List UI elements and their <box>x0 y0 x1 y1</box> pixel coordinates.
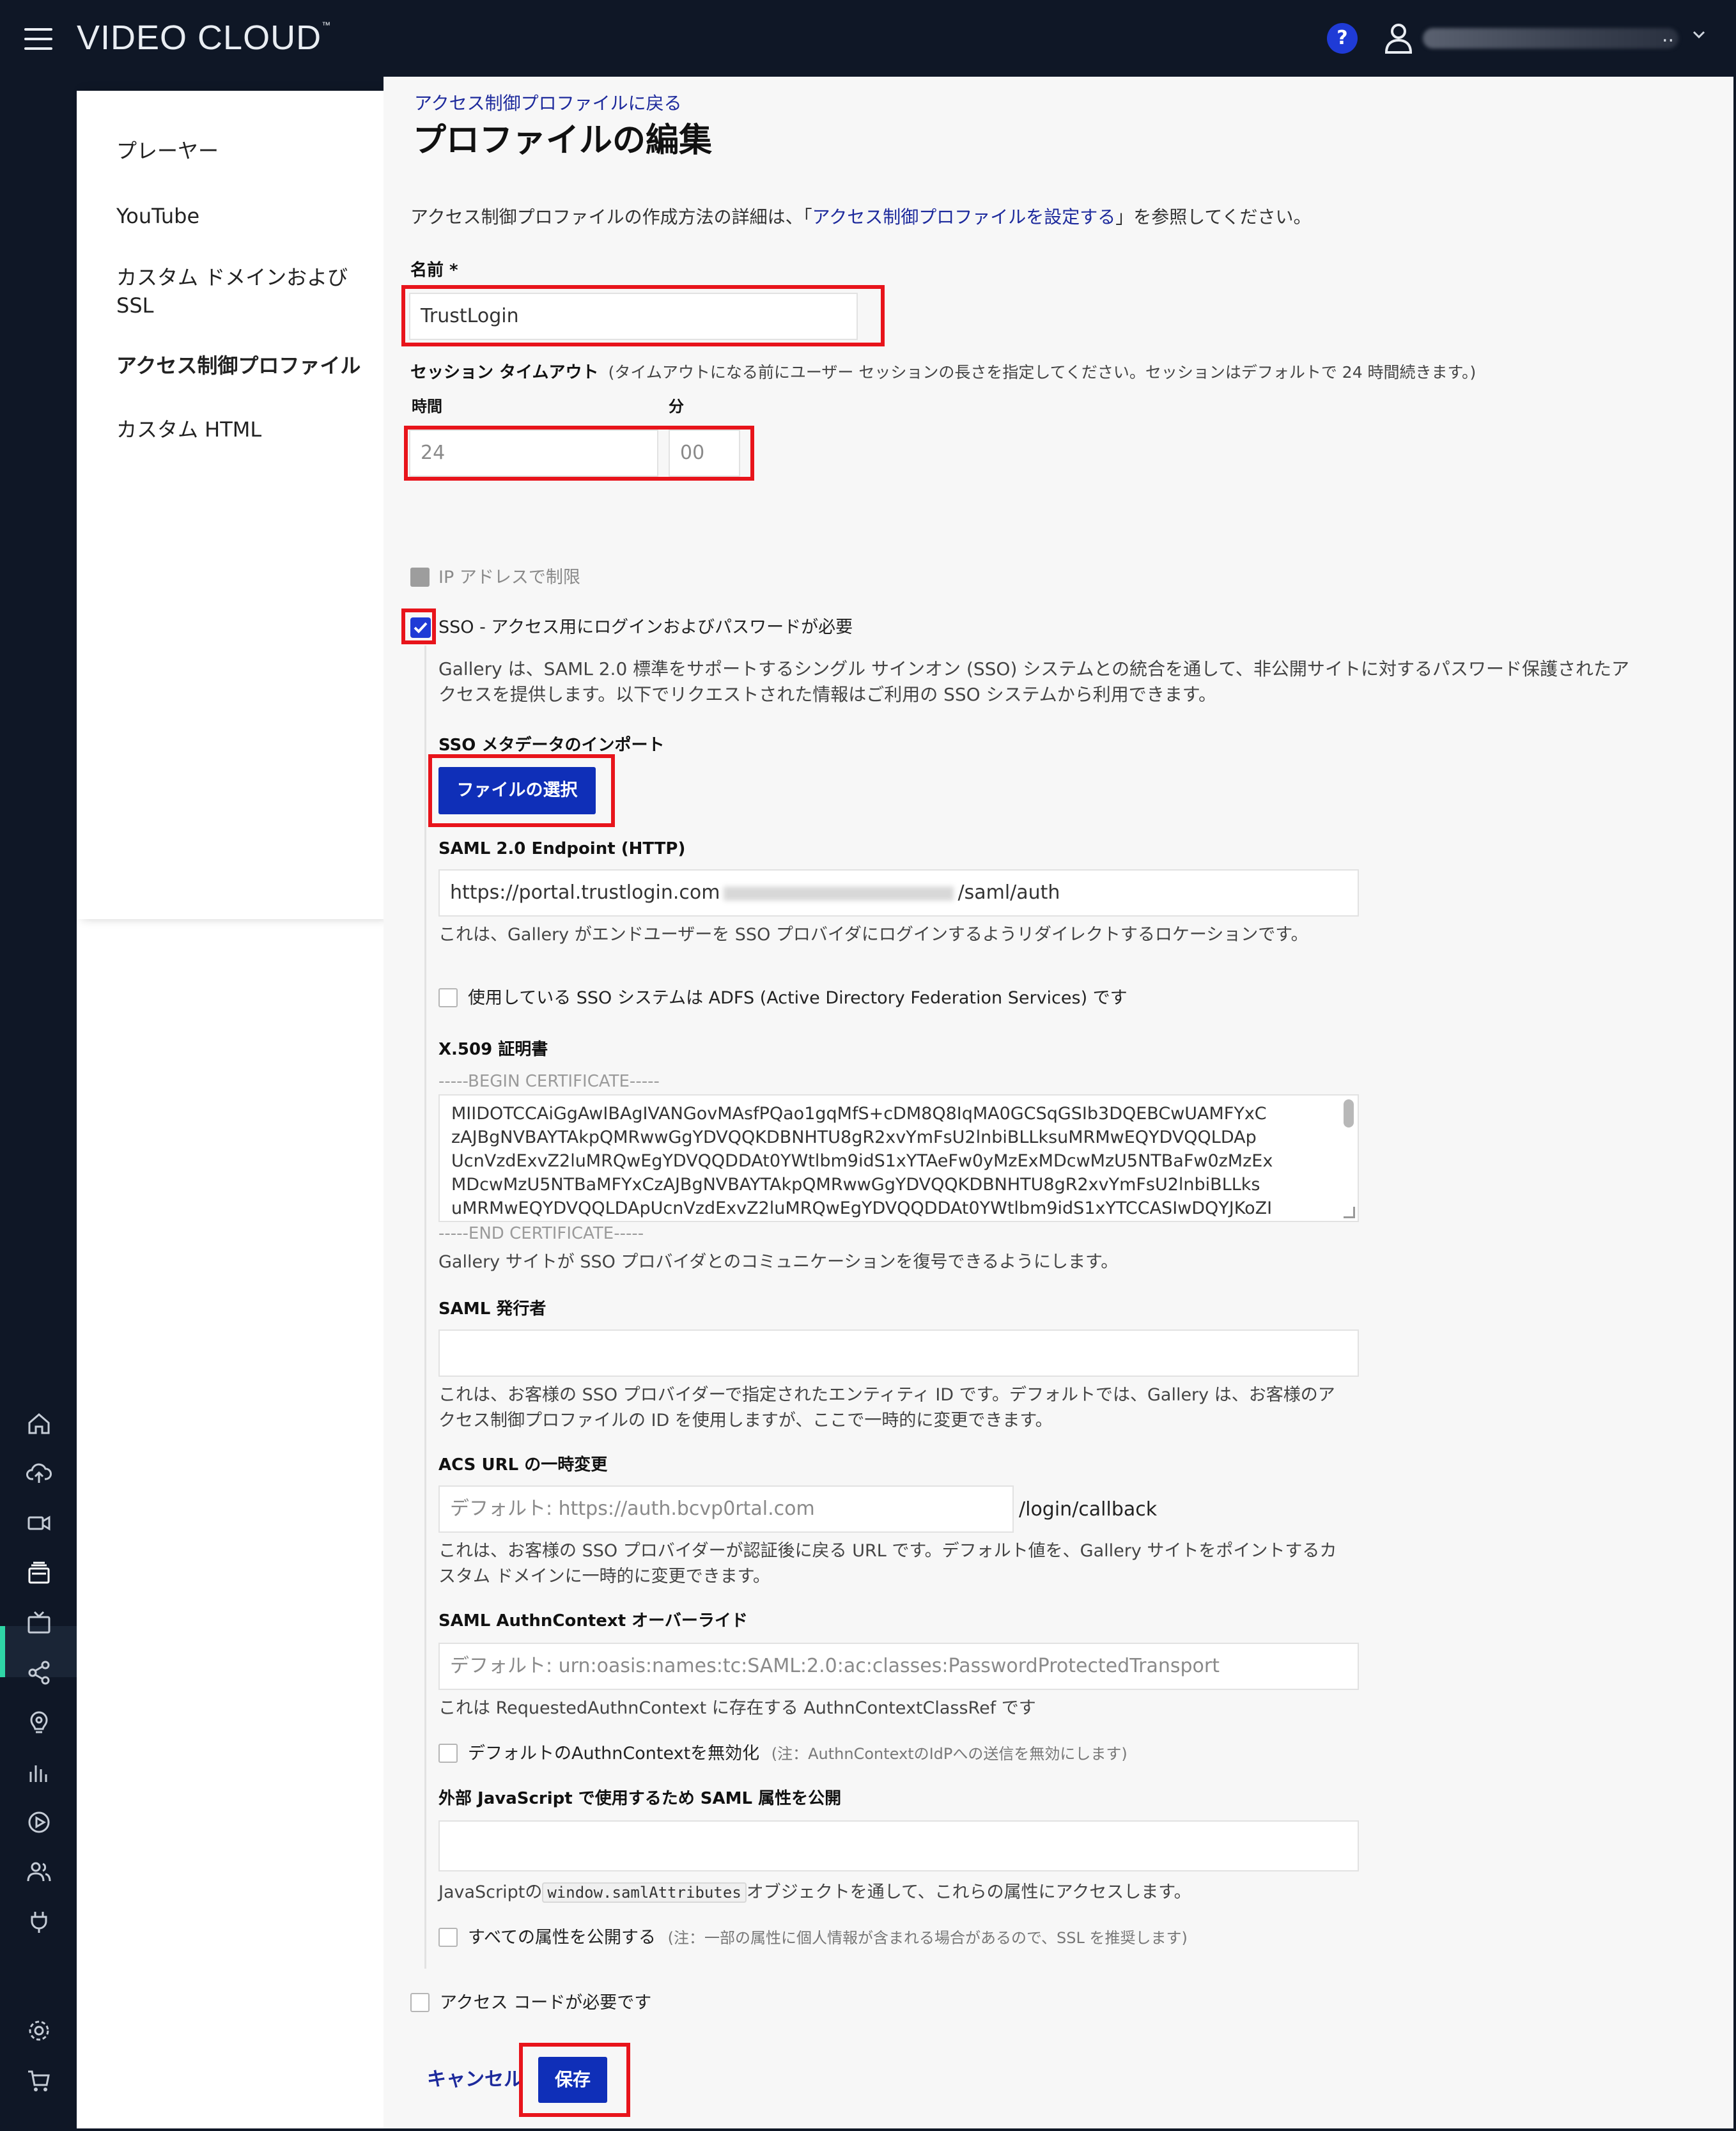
access-code-checkbox[interactable] <box>410 1993 430 2012</box>
sso-metadata-label: SSO メタデータのインポート <box>438 736 665 755</box>
sso-description-line-2: クセスを提供します。以下でリクエストされた情報はご利用の SSO システムから利… <box>438 684 1216 705</box>
ip-restrict-checkbox[interactable] <box>410 568 430 587</box>
home-icon[interactable] <box>26 1410 52 1437</box>
authn-context-input[interactable]: デフォルト: urn:oasis:names:tc:SAML:2.0:ac:cl… <box>438 1643 1359 1690</box>
expose-attributes-hint: JavaScriptの window.samlAttributes オブジェクトを通… <box>438 1882 1191 1903</box>
saml-endpoint-input[interactable]: https://portal.trustlogin.com/saml/auth <box>438 869 1359 917</box>
highlight-name <box>401 285 885 346</box>
subnav-item-custom-domain[interactable]: カスタム ドメインおよび <box>116 263 348 291</box>
textarea-scrollbar[interactable] <box>1344 1099 1354 1127</box>
window-border-right <box>1733 0 1736 2131</box>
users-icon[interactable] <box>26 1859 52 1886</box>
saml-endpoint-hint: これは、Gallery がエンドユーザーを SSO プロバイダにログインするよう… <box>438 925 1308 945</box>
x509-label: X.509 証明書 <box>438 1040 548 1059</box>
share-icon[interactable] <box>26 1659 52 1686</box>
saml-issuer-label: SAML 発行者 <box>438 1299 546 1319</box>
cart-icon[interactable] <box>26 2067 52 2094</box>
session-timeout-row: セッション タイムアウト (タイムアウトになる前にユーザー セッションの長さを指… <box>410 359 1476 386</box>
subnav-item-access-control[interactable]: アクセス制御プロファイル <box>116 352 360 380</box>
settings-gear-icon[interactable] <box>26 2017 52 2044</box>
cancel-button[interactable]: キャンセル <box>427 2066 523 2094</box>
subnav-item-custom-html[interactable]: カスタム HTML <box>116 415 261 444</box>
subnav-item-youtube[interactable]: YouTube <box>116 202 199 230</box>
sso-checkbox-label: SSO - アクセス用にログインおよびパスワードが必要 <box>438 617 853 637</box>
tv-icon[interactable] <box>26 1609 52 1636</box>
cert-hint: Gallery サイトが SSO プロバイダとのコミュニケーションを復号できるよ… <box>438 1252 1119 1272</box>
highlight-timeout <box>404 426 754 481</box>
name-label: 名前 * <box>410 261 458 280</box>
play-circle-icon[interactable] <box>26 1809 52 1836</box>
audience-icon[interactable] <box>26 1709 52 1736</box>
saml-issuer-input[interactable] <box>438 1329 1359 1377</box>
subnav-item-players[interactable]: プレーヤー <box>116 137 219 165</box>
upload-icon[interactable] <box>26 1460 52 1487</box>
access-code-label: アクセス コードが必要です <box>440 1993 652 2013</box>
certificate-textarea[interactable]: MIIDOTCCAiGgAwIBAgIVANGovMAsfPQao1gqMfS+… <box>438 1094 1359 1222</box>
saml-endpoint-label: SAML 2.0 Endpoint (HTTP) <box>438 839 686 858</box>
session-timeout-hint: (タイムアウトになる前にユーザー セッションの長さを指定してください。セッション… <box>608 363 1476 382</box>
session-timeout-label: セッション タイムアウト <box>410 363 599 382</box>
intro-text: アクセス制御プロファイルの作成方法の詳細は、「アクセス制御プロファイルを設定する… <box>410 206 1312 228</box>
user-icon[interactable] <box>1383 22 1414 55</box>
expose-attributes-input[interactable] <box>438 1820 1359 1871</box>
ip-restrict-label: IP アドレスで制限 <box>438 568 580 587</box>
sso-section-rule <box>424 646 426 1969</box>
authn-context-hint: これは RequestedAuthnContext に存在する AuthnCon… <box>438 1698 1036 1718</box>
settings-subnav: プレーヤー YouTube カスタム ドメインおよび SSL アクセス制御プロフ… <box>77 91 384 919</box>
page-title: プロファイルの編集 <box>413 121 713 160</box>
subnav-item-custom-domain-ssl[interactable]: SSL <box>116 291 153 320</box>
cert-end-marker: -----END CERTIFICATE----- <box>438 1224 644 1243</box>
adfs-checkbox[interactable] <box>438 988 458 1007</box>
highlight-save <box>519 2043 630 2117</box>
highlight-choose-file <box>428 754 615 827</box>
user-name-redacted[interactable] <box>1423 28 1678 49</box>
plug-icon[interactable] <box>26 1909 52 1935</box>
acs-url-label: ACS URL の一時変更 <box>438 1455 608 1475</box>
expose-attributes-label: 外部 JavaScript で使用するため SAML 属性を公開 <box>438 1789 842 1808</box>
disable-authn-label: デフォルトのAuthnContextを無効化 <box>468 1744 760 1763</box>
adfs-label: 使用している SSO システムは ADFS (Active Directory … <box>468 988 1128 1008</box>
hamburger-menu-icon[interactable] <box>24 28 52 50</box>
disable-authn-checkbox[interactable] <box>438 1744 458 1763</box>
chevron-down-icon[interactable] <box>1691 27 1707 42</box>
cert-line: zAJBgNVBAYTAkpQMRwwGgYDVQQKDBNHTU8gR2xvY… <box>451 1127 1257 1147</box>
highlight-sso-checkbox <box>401 608 436 644</box>
acs-url-hint-1: これは、お客様の SSO プロバイダーが認証後に戻る URL です。デフォルト値… <box>438 1541 1337 1561</box>
brand-logo: VIDEO CLOUD™ <box>77 19 332 57</box>
window-border-bottom <box>0 2128 1736 2131</box>
expose-all-row: すべての属性を公開する (注：一部の属性に個人情報が含まれる場合があるので、SS… <box>468 1925 1188 1951</box>
gallery-icon[interactable] <box>26 1560 52 1586</box>
user-name-ellipsis: .. <box>1662 24 1675 47</box>
cert-line: MDcwMzU5NTBaMFYxCzAJBgNVBAYTAkpQMRwwGgYD… <box>451 1175 1260 1195</box>
acs-url-input[interactable]: デフォルト: https://auth.bcvp0rtal.com <box>438 1485 1014 1533</box>
sso-description-line-1: Gallery は、SAML 2.0 標準をサポートするシングル サインオン (… <box>438 658 1629 679</box>
minutes-label: 分 <box>669 398 684 415</box>
setup-access-control-link[interactable]: アクセス制御プロファイルを設定する <box>812 206 1116 228</box>
help-icon[interactable]: ? <box>1327 23 1358 54</box>
cert-line: uMRMwEQYDVQQLDApUcnVzdExvZ2luMRQwEgYDVQQ… <box>451 1198 1273 1218</box>
expose-all-label: すべての属性を公開する <box>468 1928 656 1948</box>
cert-line: UcnVzdExvZ2luMRQwEgYDVQQDDAt0YWtlbm9idS1… <box>451 1151 1273 1171</box>
saml-issuer-hint-2: クセス制御プロファイルの ID を使用しますが、ここで一時的に変更できます。 <box>438 1411 1053 1430</box>
analytics-icon[interactable] <box>26 1759 52 1786</box>
acs-url-hint-2: スタム ドメインに一時的に変更できます。 <box>438 1567 770 1586</box>
video-camera-icon[interactable] <box>26 1510 52 1537</box>
expose-all-checkbox[interactable] <box>438 1928 458 1947</box>
subnav-top-strip <box>77 77 384 92</box>
disable-authn-note: (注：AuthnContextのIdPへの送信を無効にします) <box>771 1745 1128 1763</box>
expose-all-note: (注：一部の属性に個人情報が含まれる場合があるので、SSL を推奨します) <box>667 1929 1188 1947</box>
hours-label: 時間 <box>412 398 442 415</box>
saml-attributes-code: window.samlAttributes <box>542 1882 747 1903</box>
back-link[interactable]: アクセス制御プロファイルに戻る <box>414 91 682 116</box>
disable-authn-row: デフォルトのAuthnContextを無効化 (注：AuthnContextのI… <box>468 1741 1128 1767</box>
saml-issuer-hint-1: これは、お客様の SSO プロバイダーで指定されたエンティティ ID です。デフ… <box>438 1385 1335 1405</box>
acs-url-suffix: /login/callback <box>1019 1498 1158 1521</box>
cert-begin-marker: -----BEGIN CERTIFICATE----- <box>438 1072 660 1091</box>
cert-line: MIIDOTCCAiGgAwIBAgIVANGovMAsfPQao1gqMfS+… <box>451 1104 1267 1124</box>
authn-context-label: SAML AuthnContext オーバーライド <box>438 1611 748 1631</box>
resize-handle-icon[interactable] <box>1344 1207 1355 1218</box>
endpoint-redacted <box>724 886 954 901</box>
